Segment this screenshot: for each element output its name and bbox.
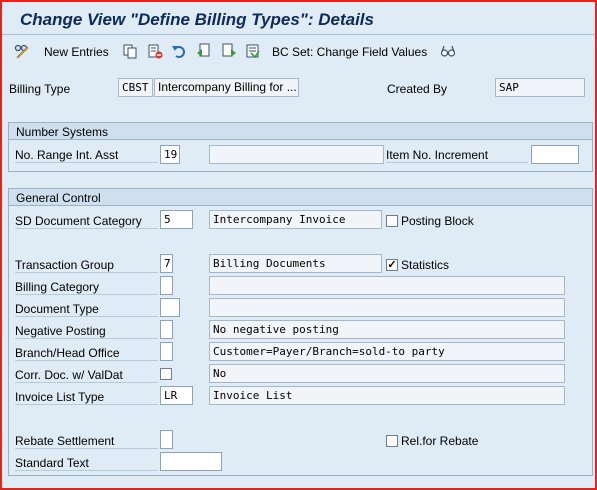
created-by-field: SAP [495,78,585,97]
billing-category-description [209,276,565,295]
negative-posting-description: No negative posting [209,320,565,339]
sd-document-category-description: Intercompany Invoice [209,210,382,229]
billing-category-label: Billing Category [15,280,158,295]
created-by-label: Created By [387,82,448,96]
new-entries-button[interactable]: New Entries [44,45,109,59]
copy-icon[interactable] [122,43,138,59]
delete-icon[interactable] [147,43,163,59]
item-no-increment-label: Item No. Increment [386,148,528,163]
transaction-group-input[interactable]: 7 [160,254,173,273]
no-range-label: No. Range Int. Asst [15,148,158,163]
glasses-icon[interactable] [440,43,456,59]
corr-doc-valdat-description: No [209,364,565,383]
standard-text-label: Standard Text [15,456,158,471]
invoice-list-type-input[interactable]: LR [160,386,193,405]
invoice-list-type-description: Invoice List [209,386,565,405]
invoice-list-type-label: Invoice List Type [15,390,158,405]
item-no-increment-input[interactable] [531,145,579,164]
statistics-checkbox[interactable]: ✓ [386,259,398,271]
bc-set-change-button[interactable]: BC Set: Change Field Values [272,45,427,59]
display-change-icon[interactable] [14,43,30,59]
previous-entry-icon[interactable] [196,43,212,59]
rebate-settlement-input[interactable] [160,430,173,449]
billing-type-label: Billing Type [9,82,71,96]
standard-text-input[interactable] [160,452,222,471]
sd-document-category-input[interactable]: 5 [160,210,193,229]
transaction-group-description: Billing Documents [209,254,382,273]
billing-type-description: Intercompany Billing for ... [154,78,299,97]
title-bar: Change View "Define Billing Types": Deta… [2,2,595,35]
number-systems-header: Number Systems [9,123,592,140]
posting-block-checkbox[interactable] [386,215,398,227]
document-type-input[interactable] [160,298,180,317]
billing-category-input[interactable] [160,276,173,295]
no-range-input[interactable]: 19 [160,145,180,164]
statistics-label: Statistics [401,258,450,272]
next-entry-icon[interactable] [221,43,237,59]
negative-posting-label: Negative Posting [15,324,158,339]
document-type-label: Document Type [15,302,158,317]
application-toolbar: New Entries BC Set: Change Field Values [2,36,595,68]
undo-icon[interactable] [171,43,187,59]
negative-posting-input[interactable] [160,320,173,339]
document-type-description [209,298,565,317]
select-all-icon[interactable] [245,43,261,59]
rel-for-rebate-checkbox[interactable] [386,435,398,447]
rel-for-rebate-label: Rel.for Rebate [401,434,479,448]
billing-type-code: CBST [118,78,153,97]
branch-head-office-label: Branch/Head Office [15,346,158,361]
corr-doc-valdat-checkbox[interactable] [160,368,172,380]
general-control-header: General Control [9,189,592,206]
branch-head-office-description: Customer=Payer/Branch=sold-to party [209,342,565,361]
posting-block-label: Posting Block [401,214,474,228]
corr-doc-valdat-label: Corr. Doc. w/ ValDat [15,368,158,383]
sd-document-category-label: SD Document Category [15,214,158,229]
no-range-description [209,145,384,164]
branch-head-office-input[interactable] [160,342,173,361]
rebate-settlement-label: Rebate Settlement [15,434,158,449]
page-title: Change View "Define Billing Types": Deta… [20,10,374,29]
transaction-group-label: Transaction Group [15,258,158,273]
